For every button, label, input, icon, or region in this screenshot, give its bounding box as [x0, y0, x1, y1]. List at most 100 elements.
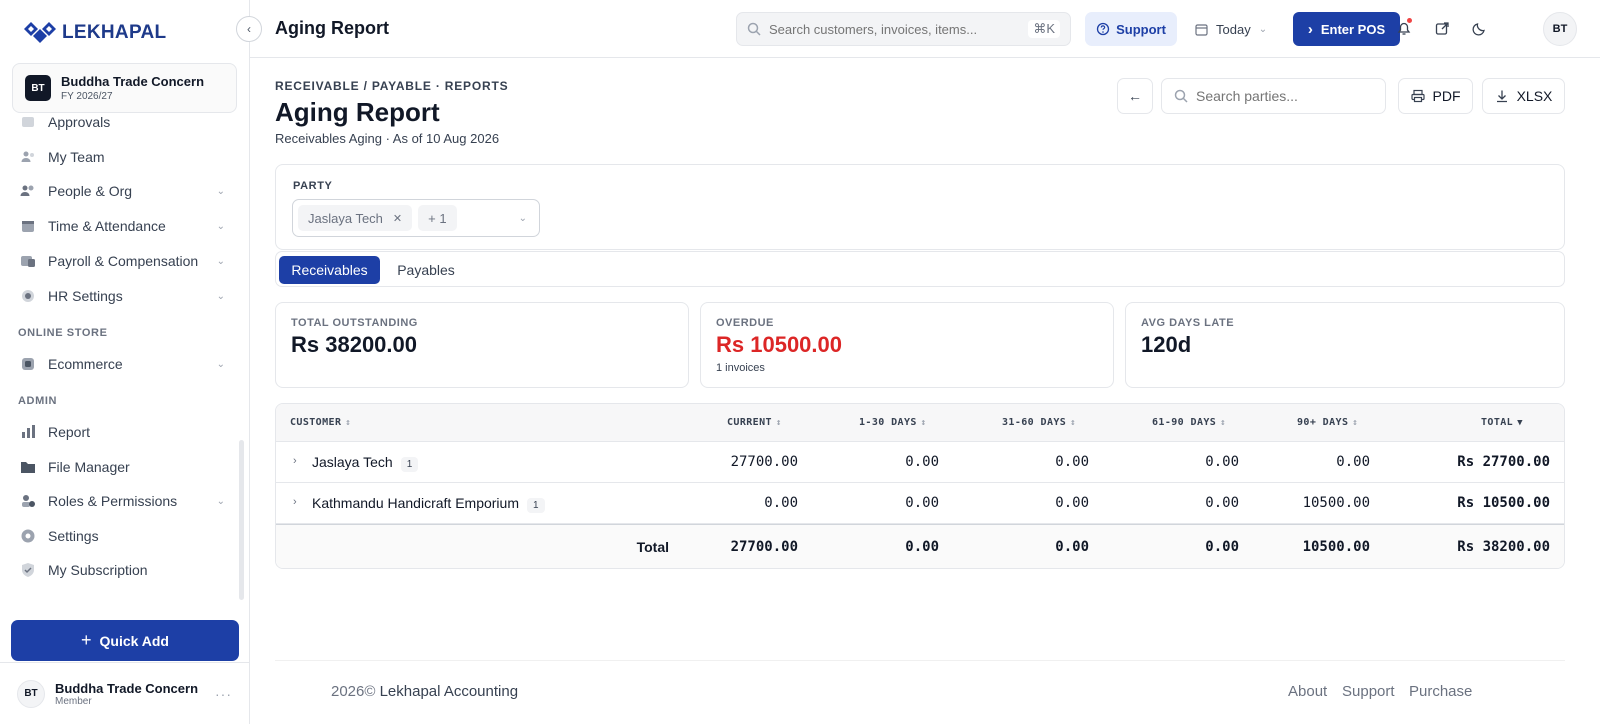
- close-icon[interactable]: ✕: [393, 212, 402, 225]
- help-circle-icon: [1096, 22, 1110, 36]
- table-row[interactable]: › Kathmandu Handicraft Emporium 1 0.00 0.…: [276, 483, 1564, 524]
- column-header-total[interactable]: TOTAL ▼: [1481, 417, 1523, 428]
- global-search[interactable]: ⌘K: [736, 12, 1071, 46]
- stat-total-outstanding: TOTAL OUTSTANDING Rs 38200.00: [275, 302, 689, 388]
- table-header: CUSTOMER ↕ CURRENT ↕ 1-30 DAYS ↕ 31-60 DAYS…: [276, 404, 1564, 442]
- folder-icon: [20, 459, 36, 475]
- chevron-right-icon[interactable]: ›: [293, 496, 297, 508]
- tabs: Receivables Payables: [275, 251, 1565, 287]
- days-1-30-cell: 0.00: [905, 454, 939, 470]
- sidebar-item-settings[interactable]: Settings: [20, 522, 225, 550]
- chevron-down-icon: ⌄: [216, 185, 225, 197]
- sidebar-item-payroll[interactable]: Payroll & Compensation ⌄: [20, 247, 225, 275]
- sidebar-item-hr-settings[interactable]: HR Settings ⌄: [20, 282, 225, 310]
- tab-receivables[interactable]: Receivables: [279, 256, 380, 284]
- column-label: CUSTOMER: [290, 417, 342, 428]
- stat-label: TOTAL OUTSTANDING: [291, 317, 418, 329]
- sidebar-item-label: File Manager: [48, 459, 130, 475]
- sidebar-item-my-subscription[interactable]: My Subscription: [20, 556, 225, 584]
- footer-link-support[interactable]: Support: [1342, 683, 1395, 700]
- stat-label: OVERDUE: [716, 317, 774, 329]
- chevron-right-icon[interactable]: ›: [293, 455, 297, 467]
- support-button[interactable]: Support: [1085, 12, 1177, 46]
- approval-icon: [20, 114, 36, 130]
- sidebar-item-label: Approvals: [48, 114, 111, 130]
- days-61-90-total: 0.00: [1205, 539, 1239, 555]
- days-61-90-cell: 0.00: [1205, 454, 1239, 470]
- global-search-input[interactable]: [769, 21, 1019, 37]
- column-header-1-30-days[interactable]: 1-30 DAYS ↕: [859, 417, 927, 428]
- sidebar-item-ecommerce[interactable]: Ecommerce ⌄: [20, 350, 225, 378]
- export-pdf-button[interactable]: PDF: [1398, 78, 1473, 114]
- notifications-button[interactable]: [1392, 16, 1416, 40]
- date-label: Today: [1216, 21, 1251, 37]
- tab-payables[interactable]: Payables: [386, 256, 466, 284]
- stat-value: Rs 38200.00: [291, 332, 417, 357]
- party-multiselect[interactable]: Jaslaya Tech ✕ + 1 ⌄: [292, 199, 540, 237]
- collapse-sidebar-button[interactable]: ‹: [236, 16, 262, 42]
- open-external-button[interactable]: [1430, 16, 1454, 40]
- export-xlsx-button[interactable]: XLSX: [1482, 78, 1565, 114]
- customer-name: Kathmandu Handicraft Emporium: [312, 495, 519, 511]
- days-31-60-cell: 0.00: [1055, 495, 1089, 511]
- footer-link-purchase[interactable]: Purchase: [1409, 683, 1472, 700]
- days-31-60-cell: 0.00: [1055, 454, 1089, 470]
- more-icon[interactable]: ···: [215, 686, 232, 702]
- copyright-year: 2026©: [331, 683, 376, 700]
- customer-name: Jaslaya Tech: [312, 454, 393, 470]
- customer-cell: Jaslaya Tech 1: [312, 454, 419, 472]
- back-button[interactable]: ←: [1117, 78, 1153, 114]
- sidebar-item-report[interactable]: Report: [20, 418, 225, 446]
- column-header-current[interactable]: CURRENT ↕: [727, 417, 782, 428]
- topbar-title: Aging Report: [275, 18, 389, 38]
- sidebar-item-label: My Subscription: [48, 562, 148, 578]
- party-search[interactable]: [1161, 78, 1386, 114]
- sidebar-item-approvals[interactable]: Approvals: [20, 113, 225, 136]
- column-header-61-90-days[interactable]: 61-90 DAYS ↕: [1152, 417, 1226, 428]
- org-switcher[interactable]: BT Buddha Trade Concern FY 2026/27: [12, 63, 237, 113]
- party-search-input[interactable]: [1196, 88, 1376, 104]
- sidebar-item-my-team[interactable]: My Team: [20, 143, 225, 171]
- org-fiscal-year: FY 2026/27: [61, 91, 113, 102]
- column-header-90-plus-days[interactable]: 90+ DAYS ↕: [1297, 417, 1358, 428]
- footer: 2026© Lekhapal Accounting About Support …: [275, 660, 1565, 724]
- date-picker-button[interactable]: Today ⌄: [1195, 12, 1275, 46]
- people-icon: [20, 183, 36, 199]
- sort-icon: ↕: [920, 418, 927, 428]
- bar-chart-icon: [20, 424, 36, 440]
- column-label: 31-60 DAYS: [1002, 417, 1067, 428]
- sidebar-item-roles-permissions[interactable]: Roles & Permissions ⌄: [20, 487, 225, 515]
- sidebar-nav: Approvals My Team People & Org ⌄ Time & …: [0, 113, 250, 603]
- footer-link-about[interactable]: About: [1288, 683, 1327, 700]
- shield-icon: [20, 562, 36, 578]
- party-chip: Jaslaya Tech ✕: [298, 205, 413, 231]
- sidebar-scrollbar[interactable]: [239, 440, 244, 600]
- theme-toggle-button[interactable]: [1467, 16, 1491, 40]
- totals-label: Total: [636, 539, 669, 555]
- stat-subtext: 1 invoices: [716, 362, 765, 374]
- footer-brand: Lekhapal Accounting: [379, 683, 519, 700]
- enter-pos-button[interactable]: › Enter POS: [1293, 12, 1400, 46]
- sidebar-item-people-org[interactable]: People & Org ⌄: [20, 177, 225, 205]
- avatar[interactable]: BT: [1543, 12, 1577, 46]
- gear-icon: [20, 288, 36, 304]
- chevron-left-icon: ‹: [247, 22, 251, 36]
- table-row[interactable]: › Jaslaya Tech 1 27700.00 0.00 0.00 0.00 …: [276, 442, 1564, 483]
- user-menu[interactable]: BT Buddha Trade Concern Member ···: [0, 662, 250, 724]
- column-header-customer[interactable]: CUSTOMER ↕: [290, 417, 351, 428]
- search-icon: [747, 22, 761, 36]
- column-header-31-60-days[interactable]: 31-60 DAYS ↕: [1002, 417, 1076, 428]
- quick-add-button[interactable]: + Quick Add: [11, 620, 239, 661]
- sidebar-item-label: Roles & Permissions: [48, 493, 178, 509]
- chevron-down-icon: ⌄: [216, 358, 225, 370]
- chevron-down-icon: ⌄: [518, 212, 527, 224]
- sidebar-item-label: Ecommerce: [48, 356, 123, 372]
- logo[interactable]: LEKHAPAL: [22, 20, 166, 46]
- xlsx-label: XLSX: [1516, 88, 1553, 104]
- payroll-icon: [20, 253, 36, 269]
- sidebar-item-label: Settings: [48, 528, 99, 544]
- current-cell: 0.00: [764, 495, 798, 511]
- sidebar-item-file-manager[interactable]: File Manager: [20, 453, 225, 481]
- sort-desc-icon: ▼: [1517, 418, 1523, 428]
- sidebar-item-time-attendance[interactable]: Time & Attendance ⌄: [20, 212, 225, 240]
